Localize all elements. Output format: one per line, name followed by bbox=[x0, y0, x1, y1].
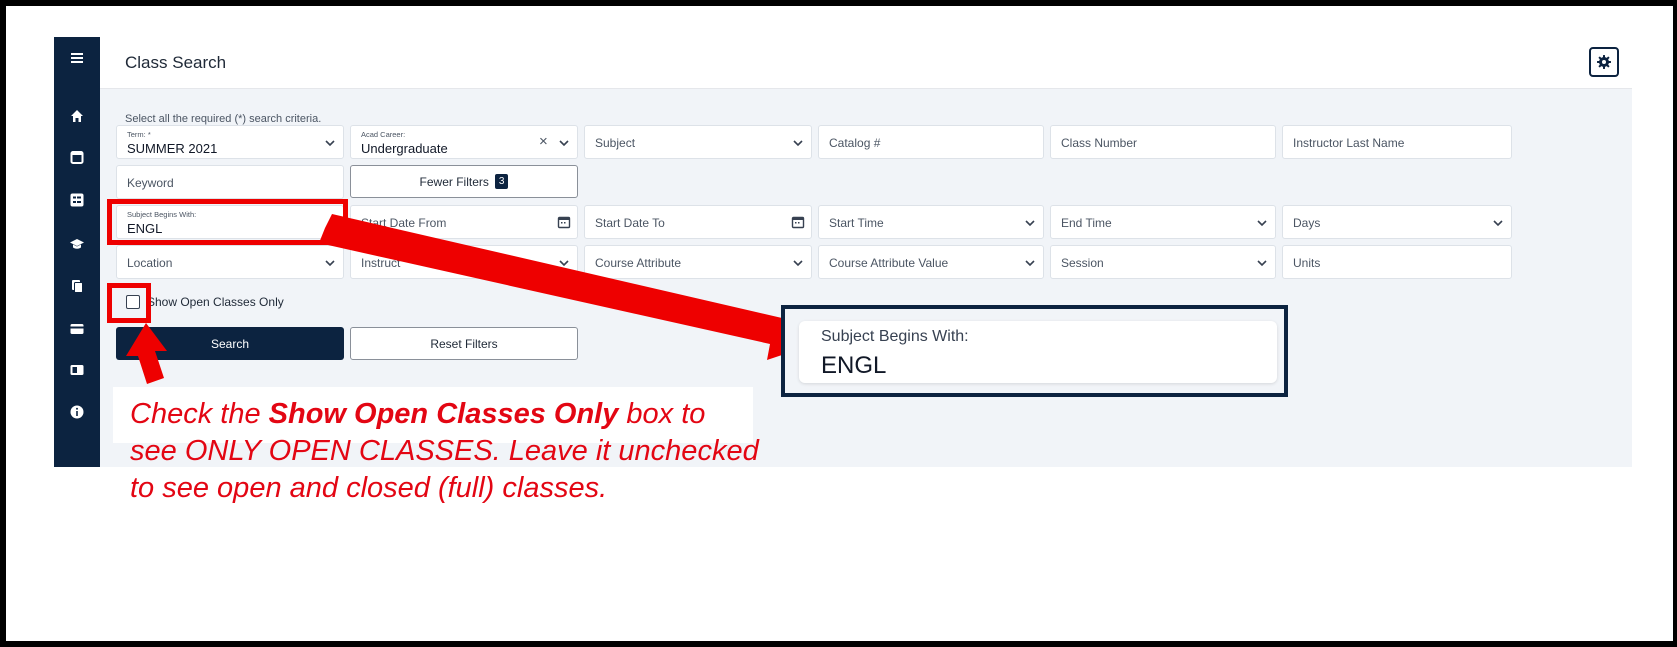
clear-icon[interactable]: × bbox=[539, 134, 548, 149]
sidebar-item-calendar[interactable] bbox=[54, 142, 100, 172]
subject-placeholder: Subject bbox=[595, 136, 636, 150]
calendar-picker-icon[interactable] bbox=[791, 215, 805, 229]
calendar-picker-icon[interactable] bbox=[557, 215, 571, 229]
sidebar-item-home[interactable] bbox=[54, 101, 100, 131]
show-open-classes-label[interactable]: Show Open Classes Only bbox=[147, 295, 284, 309]
end-time-placeholder: End Time bbox=[1061, 216, 1112, 230]
instructor-select[interactable]: Instruct bbox=[350, 245, 578, 279]
course-attribute-placeholder: Course Attribute bbox=[595, 256, 682, 270]
term-label: Term: * bbox=[127, 130, 151, 139]
class-number-input[interactable]: Class Number bbox=[1050, 125, 1276, 159]
search-hint: Select all the required (*) search crite… bbox=[125, 113, 322, 125]
page-title: Class Search bbox=[125, 53, 227, 72]
chevron-down-icon bbox=[559, 140, 569, 147]
days-placeholder: Days bbox=[1293, 216, 1321, 230]
course-attribute-value-placeholder: Course Attribute Value bbox=[829, 256, 949, 270]
chevron-down-icon bbox=[325, 260, 335, 267]
instructor-last-name-input[interactable]: Instructor Last Name bbox=[1282, 125, 1512, 159]
calendar-icon bbox=[70, 151, 84, 164]
start-date-to-placeholder: Start Date To bbox=[595, 216, 665, 230]
chevron-down-icon bbox=[325, 140, 335, 147]
end-time-select[interactable]: End Time bbox=[1050, 205, 1276, 239]
filter-count-badge: 3 bbox=[494, 174, 509, 189]
class-search-icon bbox=[70, 193, 84, 207]
zoom-callout: Subject Begins With: ENGL bbox=[781, 305, 1288, 397]
start-date-to-input[interactable]: Start Date To bbox=[584, 205, 812, 239]
start-date-from-input[interactable]: Start Date From bbox=[350, 205, 578, 239]
chevron-down-icon bbox=[1257, 260, 1267, 267]
chevron-down-icon bbox=[793, 260, 803, 267]
start-time-placeholder: Start Time bbox=[829, 216, 884, 230]
start-time-select[interactable]: Start Time bbox=[818, 205, 1044, 239]
class-number-placeholder: Class Number bbox=[1061, 136, 1138, 150]
search-button[interactable]: Search bbox=[116, 327, 344, 360]
fewer-filters-label: Fewer Filters bbox=[419, 174, 489, 189]
subject-highlight-box bbox=[107, 199, 348, 245]
days-select[interactable]: Days bbox=[1282, 205, 1512, 239]
card-icon bbox=[70, 324, 84, 334]
chevron-down-icon bbox=[1257, 220, 1267, 227]
checkbox-highlight-box bbox=[107, 283, 151, 323]
chevron-down-icon bbox=[1025, 220, 1035, 227]
sidebar-item-profile[interactable] bbox=[54, 355, 100, 385]
term-value: SUMMER 2021 bbox=[127, 141, 218, 156]
instruction-callout: Check the Show Open Classes Only box to … bbox=[130, 396, 760, 507]
units-input[interactable]: Units bbox=[1282, 245, 1512, 279]
catalog-number-input[interactable]: Catalog # bbox=[818, 125, 1044, 159]
session-placeholder: Session bbox=[1061, 256, 1104, 270]
catalog-placeholder: Catalog # bbox=[829, 136, 881, 150]
location-placeholder: Location bbox=[127, 256, 173, 270]
keyword-input[interactable]: Keyword bbox=[116, 165, 344, 199]
info-icon bbox=[70, 405, 84, 419]
units-placeholder: Units bbox=[1293, 256, 1321, 270]
graduation-cap-icon bbox=[70, 239, 84, 249]
subject-select[interactable]: Subject bbox=[584, 125, 812, 159]
zoom-value: ENGL bbox=[821, 352, 887, 379]
acad-career-label: Acad Career: bbox=[361, 130, 406, 139]
sidebar-item-class-search[interactable] bbox=[54, 185, 100, 215]
location-select[interactable]: Location bbox=[116, 245, 344, 279]
chevron-down-icon bbox=[793, 140, 803, 147]
zoom-label: Subject Begins With: bbox=[821, 328, 969, 345]
instructor-last-name-placeholder: Instructor Last Name bbox=[1293, 136, 1405, 150]
sidebar-item-info[interactable] bbox=[54, 397, 100, 427]
home-icon bbox=[71, 110, 83, 122]
sidebar-item-finances[interactable] bbox=[54, 314, 100, 344]
menu-button[interactable] bbox=[54, 43, 100, 73]
instructor-placeholder: Instruct bbox=[361, 256, 401, 270]
settings-button[interactable] bbox=[1589, 47, 1619, 77]
gear-icon bbox=[1597, 55, 1611, 69]
chevron-down-icon bbox=[1493, 220, 1503, 227]
chevron-down-icon bbox=[1025, 260, 1035, 267]
acad-career-value: Undergraduate bbox=[361, 141, 448, 156]
chevron-down-icon bbox=[559, 260, 569, 267]
sidebar-item-academics[interactable] bbox=[54, 229, 100, 259]
reset-filters-button[interactable]: Reset Filters bbox=[350, 327, 578, 360]
fewer-filters-button[interactable]: Fewer Filters 3 bbox=[350, 165, 578, 198]
course-attribute-select[interactable]: Course Attribute bbox=[584, 245, 812, 279]
start-date-from-placeholder: Start Date From bbox=[361, 216, 447, 230]
callout-bold: Show Open Classes Only bbox=[268, 398, 619, 430]
topbar: Class Search bbox=[100, 37, 1632, 89]
id-card-icon bbox=[70, 365, 84, 375]
session-select[interactable]: Session bbox=[1050, 245, 1276, 279]
documents-icon bbox=[72, 280, 83, 293]
course-attribute-value-select[interactable]: Course Attribute Value bbox=[818, 245, 1044, 279]
acad-career-select[interactable]: Acad Career: Undergraduate × bbox=[350, 125, 578, 159]
zoom-field: Subject Begins With: ENGL bbox=[799, 321, 1277, 383]
sidebar bbox=[54, 37, 100, 467]
sidebar-item-documents[interactable] bbox=[54, 271, 100, 301]
term-select[interactable]: Term: * SUMMER 2021 bbox=[116, 125, 344, 159]
callout-part1: Check the bbox=[130, 398, 269, 430]
menu-icon bbox=[71, 53, 83, 63]
keyword-placeholder: Keyword bbox=[127, 176, 174, 190]
